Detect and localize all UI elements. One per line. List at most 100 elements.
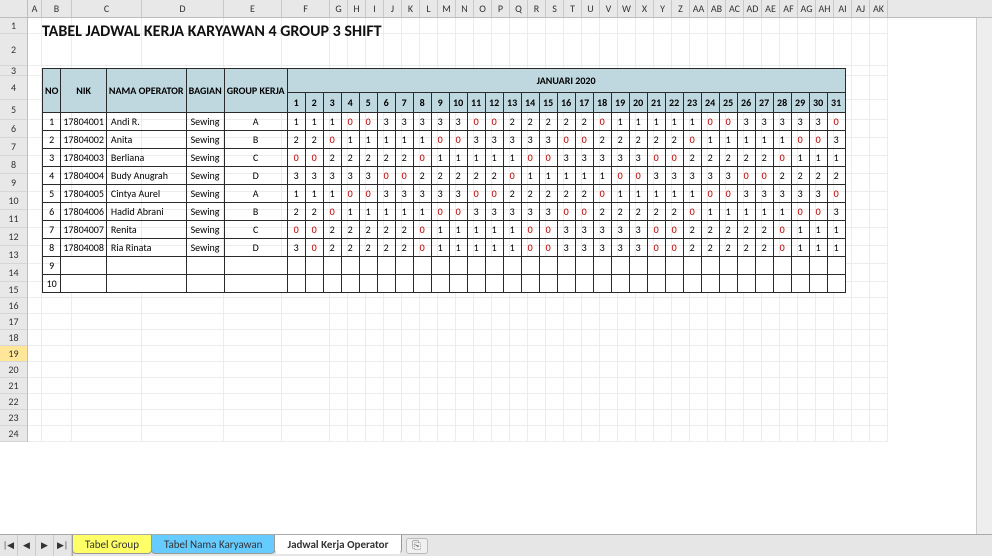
cell[interactable]: 3 xyxy=(431,113,449,131)
cell[interactable]: 2 xyxy=(593,203,611,221)
tab-nav-prev[interactable]: ◀ xyxy=(18,535,36,556)
cell[interactable] xyxy=(593,257,611,275)
row-header[interactable]: 3 xyxy=(0,66,28,76)
cell[interactable]: 2 xyxy=(629,203,647,221)
cell[interactable]: 3 xyxy=(449,113,467,131)
cell[interactable]: 17804003 xyxy=(61,149,107,167)
cell[interactable]: 1 xyxy=(485,149,503,167)
cell[interactable]: 0 xyxy=(647,149,665,167)
cell[interactable]: 2 xyxy=(719,239,737,257)
row-header[interactable]: 18 xyxy=(0,330,28,346)
cell[interactable]: 3 xyxy=(521,203,539,221)
cell[interactable]: 1 xyxy=(755,131,773,149)
column-header[interactable]: AK xyxy=(870,0,888,17)
cell[interactable]: 2 xyxy=(341,221,359,239)
column-header[interactable]: O xyxy=(474,0,492,17)
cell[interactable] xyxy=(449,257,467,275)
row-header[interactable]: 16 xyxy=(0,298,28,314)
cell[interactable]: 3 xyxy=(575,239,593,257)
cell[interactable]: 1 xyxy=(341,203,359,221)
cell[interactable]: 1 xyxy=(647,185,665,203)
cell[interactable]: 1 xyxy=(827,149,845,167)
cell[interactable]: 1 xyxy=(611,185,629,203)
column-header[interactable]: N xyxy=(456,0,474,17)
cell[interactable]: 2 xyxy=(521,113,539,131)
cell[interactable]: 3 xyxy=(539,203,557,221)
cell[interactable]: 0 xyxy=(341,113,359,131)
cell[interactable]: 0 xyxy=(611,167,629,185)
cell[interactable]: 2 xyxy=(287,203,305,221)
cell[interactable]: 2 xyxy=(377,221,395,239)
cell[interactable]: 3 xyxy=(737,185,755,203)
cell[interactable] xyxy=(755,257,773,275)
row-header[interactable]: 6 xyxy=(0,120,28,138)
column-header[interactable]: AG xyxy=(798,0,816,17)
cell[interactable]: 1 xyxy=(449,221,467,239)
cell[interactable]: 3 xyxy=(629,221,647,239)
cell[interactable]: 0 xyxy=(323,131,341,149)
column-header[interactable]: F xyxy=(282,0,330,17)
column-header[interactable]: M xyxy=(438,0,456,17)
vertical-scrollbar[interactable] xyxy=(976,18,992,534)
row-header[interactable]: 17 xyxy=(0,314,28,330)
cell[interactable] xyxy=(683,257,701,275)
cell[interactable]: 1 xyxy=(449,239,467,257)
cell[interactable]: 0 xyxy=(467,185,485,203)
cell[interactable]: 1 xyxy=(305,185,323,203)
cell[interactable]: 2 xyxy=(395,239,413,257)
cell[interactable]: 0 xyxy=(485,185,503,203)
row-header[interactable]: 7 xyxy=(0,138,28,156)
cell[interactable]: 2 xyxy=(575,113,593,131)
cell[interactable]: D xyxy=(224,167,287,185)
cell[interactable]: 1 xyxy=(359,131,377,149)
cell[interactable]: 3 xyxy=(359,167,377,185)
cell[interactable]: 4 xyxy=(43,167,61,185)
cell[interactable] xyxy=(809,275,827,293)
cell[interactable]: 1 xyxy=(665,185,683,203)
cell[interactable] xyxy=(287,275,305,293)
cell[interactable] xyxy=(431,275,449,293)
cell[interactable] xyxy=(611,257,629,275)
cell[interactable] xyxy=(791,275,809,293)
cell[interactable]: 2 xyxy=(359,149,377,167)
cell[interactable]: 0 xyxy=(449,131,467,149)
cell[interactable]: 0 xyxy=(305,239,323,257)
column-header[interactable]: AD xyxy=(744,0,762,17)
cell[interactable]: 0 xyxy=(539,221,557,239)
cell[interactable]: 9 xyxy=(43,257,61,275)
cell[interactable] xyxy=(61,257,107,275)
cell[interactable]: 2 xyxy=(449,167,467,185)
cell[interactable]: 2 xyxy=(377,149,395,167)
cell[interactable] xyxy=(287,257,305,275)
cell[interactable]: 0 xyxy=(719,185,737,203)
column-header[interactable]: T xyxy=(564,0,582,17)
cell[interactable]: 0 xyxy=(467,113,485,131)
cell[interactable]: 0 xyxy=(305,221,323,239)
cell[interactable] xyxy=(503,275,521,293)
cell[interactable]: 1 xyxy=(755,203,773,221)
cell[interactable]: 2 xyxy=(341,149,359,167)
cell[interactable] xyxy=(521,257,539,275)
cell[interactable]: 1 xyxy=(629,113,647,131)
cell[interactable]: 3 xyxy=(593,221,611,239)
cell[interactable]: 0 xyxy=(503,167,521,185)
cell[interactable]: 3 xyxy=(683,167,701,185)
row-header[interactable]: 22 xyxy=(0,394,28,410)
cell[interactable]: 0 xyxy=(647,239,665,257)
column-header[interactable]: AA xyxy=(690,0,708,17)
cell[interactable]: B xyxy=(224,203,287,221)
cell[interactable]: 0 xyxy=(395,167,413,185)
cell[interactable]: 0 xyxy=(359,113,377,131)
cell[interactable]: 17804006 xyxy=(61,203,107,221)
column-header[interactable]: AJ xyxy=(852,0,870,17)
cell[interactable]: 2 xyxy=(593,131,611,149)
cell[interactable]: 2 xyxy=(503,113,521,131)
cell[interactable]: 1 xyxy=(323,113,341,131)
cell[interactable]: 3 xyxy=(287,239,305,257)
cell[interactable]: 0 xyxy=(557,131,575,149)
tab-nav-next[interactable]: ▶ xyxy=(36,535,54,556)
cell[interactable]: 10 xyxy=(43,275,61,293)
cell[interactable]: 3 xyxy=(557,239,575,257)
column-header[interactable]: K xyxy=(402,0,420,17)
cell[interactable]: 3 xyxy=(827,203,845,221)
